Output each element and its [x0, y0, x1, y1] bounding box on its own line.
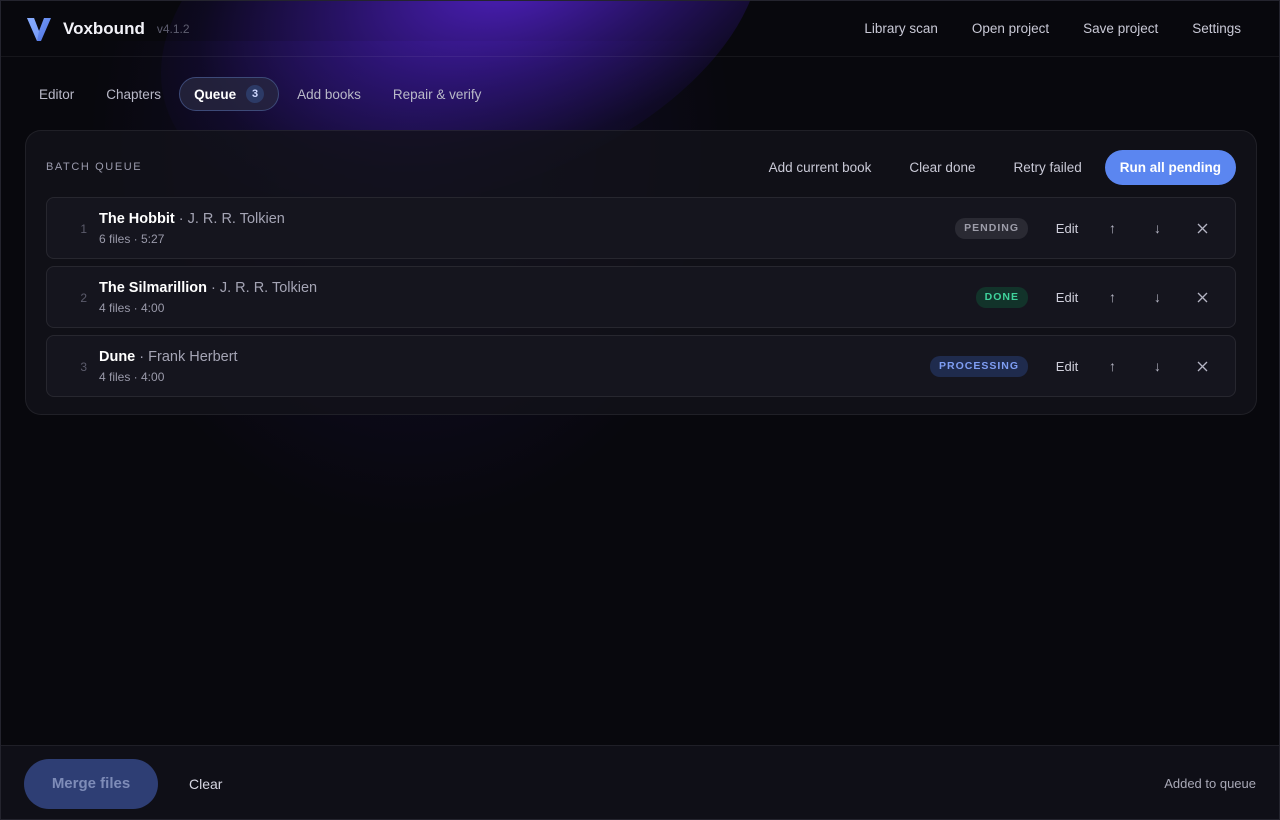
main-tabs: Editor Chapters Queue 3 Add books Repair…	[25, 77, 495, 111]
arrow-down-icon[interactable]: ↓	[1135, 358, 1180, 374]
status-badge: PROCESSING	[929, 355, 1028, 377]
tab-label: Editor	[39, 86, 75, 102]
book-meta: 4 files · 4:00	[99, 301, 165, 315]
book-author: J. R. R. Tolkien	[219, 280, 318, 296]
close-icon[interactable]	[1180, 223, 1225, 234]
book-author: J. R. R. Tolkien	[187, 211, 285, 227]
merge-files-button[interactable]: Merge files	[24, 758, 158, 809]
panel-header: BATCH QUEUE Add current book Clear done …	[46, 149, 1236, 185]
app-window: Voxbound v4.1.2 Library scan Open projec…	[0, 0, 1280, 820]
header-menu: Library scan Open project Save project S…	[847, 13, 1255, 44]
queue-row: 1 The Hobbit · J. R. R. Tolkien 6 files …	[46, 197, 1236, 259]
book-meta: 4 files · 4:00	[99, 370, 165, 384]
queue-count-badge: 3	[246, 85, 265, 103]
app-name: Voxbound	[63, 18, 145, 38]
clear-button[interactable]: Clear	[189, 776, 222, 792]
book-title: Dune	[99, 349, 136, 365]
book-author: Frank Herbert	[148, 349, 238, 365]
settings-button[interactable]: Settings	[1175, 13, 1255, 44]
book-title: The Silmarillion	[99, 280, 207, 296]
arrow-up-icon[interactable]: ↑	[1090, 358, 1135, 374]
queue-row: 3 Dune · Frank Herbert 4 files · 4:00 PR…	[46, 335, 1236, 397]
book-meta: 6 files · 5:27	[99, 232, 165, 246]
book-title: The Hobbit	[99, 211, 175, 227]
tab-label: Add books	[297, 86, 361, 102]
row-info: The Hobbit · J. R. R. Tolkien 6 files · …	[99, 210, 955, 246]
tab-queue[interactable]: Queue 3	[179, 77, 280, 111]
tab-label: Queue	[194, 86, 237, 102]
title-separator: ·	[135, 349, 149, 365]
v-logo-icon	[25, 15, 53, 43]
save-project-button[interactable]: Save project	[1066, 13, 1175, 44]
run-all-pending-button[interactable]: Run all pending	[1104, 149, 1236, 185]
close-icon[interactable]	[1180, 292, 1225, 303]
retry-failed-button[interactable]: Retry failed	[994, 152, 1100, 183]
arrow-up-icon[interactable]: ↑	[1090, 289, 1135, 305]
queue-list: 1 The Hobbit · J. R. R. Tolkien 6 files …	[46, 197, 1236, 404]
batch-queue-panel: BATCH QUEUE Add current book Clear done …	[25, 130, 1257, 415]
tab-editor[interactable]: Editor	[25, 77, 88, 111]
tab-label: Repair & verify	[392, 86, 482, 102]
row-index: 1	[80, 222, 87, 236]
tab-add-books[interactable]: Add books	[283, 77, 375, 111]
app-version: v4.1.2	[156, 21, 190, 36]
panel-actions: Add current book Clear done Retry failed…	[750, 149, 1236, 185]
tab-repair-verify[interactable]: Repair & verify	[379, 77, 496, 111]
row-info: Dune · Frank Herbert 4 files · 4:00	[99, 348, 930, 384]
add-current-book-button[interactable]: Add current book	[750, 152, 891, 183]
title-separator: ·	[206, 280, 220, 296]
arrow-down-icon[interactable]: ↓	[1135, 220, 1180, 236]
tab-label: Chapters	[106, 86, 162, 102]
status-badge: DONE	[975, 286, 1028, 308]
tab-chapters[interactable]: Chapters	[92, 77, 175, 111]
app-header: Voxbound v4.1.2 Library scan Open projec…	[1, 1, 1279, 57]
title-separator: ·	[174, 211, 188, 227]
clear-done-button[interactable]: Clear done	[890, 152, 994, 183]
library-scan-button[interactable]: Library scan	[847, 13, 955, 44]
edit-button[interactable]: Edit	[1044, 359, 1090, 374]
status-message: Added to queue	[1164, 776, 1256, 791]
edit-button[interactable]: Edit	[1044, 221, 1090, 236]
row-index: 3	[80, 360, 87, 374]
footer-bar: Merge files Clear Added to queue	[1, 745, 1279, 819]
status-badge: PENDING	[955, 217, 1028, 239]
panel-title: BATCH QUEUE	[46, 161, 143, 173]
close-icon[interactable]	[1180, 361, 1225, 372]
row-index: 2	[80, 291, 87, 305]
open-project-button[interactable]: Open project	[955, 13, 1066, 44]
arrow-up-icon[interactable]: ↑	[1090, 220, 1135, 236]
arrow-down-icon[interactable]: ↓	[1135, 289, 1180, 305]
queue-row: 2 The Silmarillion · J. R. R. Tolkien 4 …	[46, 266, 1236, 328]
edit-button[interactable]: Edit	[1044, 290, 1090, 305]
row-info: The Silmarillion · J. R. R. Tolkien 4 fi…	[99, 279, 976, 315]
